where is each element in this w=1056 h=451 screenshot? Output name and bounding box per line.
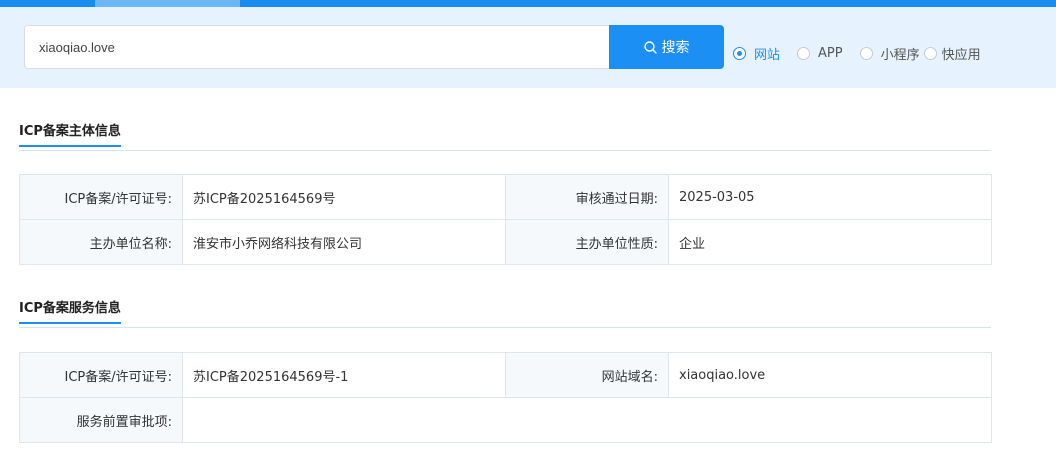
table-value: 淮安市小乔网络科技有限公司 bbox=[182, 219, 506, 265]
radio-quick-app[interactable]: 快应用 bbox=[923, 44, 981, 63]
table-value: 苏ICP备2025164569号-1 bbox=[182, 352, 506, 398]
table-value: xiaoqiao.love bbox=[668, 352, 992, 398]
radio-label: 网站 bbox=[754, 47, 781, 63]
table-label: 主办单位性质: bbox=[505, 219, 669, 265]
table-value bbox=[182, 397, 992, 443]
search-button[interactable]: 搜索 bbox=[609, 25, 724, 69]
search-input[interactable] bbox=[24, 25, 610, 69]
radio-dot-icon bbox=[797, 46, 811, 60]
radio-mini-program[interactable]: 小程序 bbox=[859, 44, 924, 63]
section-title-service: ICP备案服务信息 bbox=[19, 297, 121, 324]
table-value: 企业 bbox=[668, 219, 992, 265]
table-value: 2025-03-05 bbox=[668, 174, 992, 220]
radio-app[interactable]: APP bbox=[797, 46, 843, 61]
search-type-radio-group: 网站 APP 小程序 快应用 bbox=[733, 44, 981, 63]
table-label: ICP备案/许可证号: bbox=[19, 352, 183, 398]
table-value: 苏ICP备2025164569号 bbox=[182, 174, 506, 220]
top-bar-active-segment bbox=[95, 0, 240, 7]
table-row: ICP备案/许可证号: 苏ICP备2025164569号-1 网站域名: xia… bbox=[19, 352, 992, 398]
radio-dot-icon bbox=[859, 46, 873, 60]
search-button-label: 搜索 bbox=[661, 40, 690, 56]
table-label: ICP备案/许可证号: bbox=[19, 174, 183, 220]
radio-dot-icon bbox=[733, 46, 746, 60]
service-info-table: ICP备案/许可证号: 苏ICP备2025164569号-1 网站域名: xia… bbox=[19, 352, 992, 443]
radio-label: 小程序 bbox=[880, 47, 920, 63]
table-label: 网站域名: bbox=[505, 352, 669, 398]
radio-website[interactable]: 网站 bbox=[733, 44, 780, 63]
table-row: ICP备案/许可证号: 苏ICP备2025164569号 审核通过日期: 202… bbox=[19, 174, 992, 220]
search-icon bbox=[643, 40, 657, 54]
table-row: 主办单位名称: 淮安市小乔网络科技有限公司 主办单位性质: 企业 bbox=[19, 219, 992, 265]
section-divider bbox=[19, 150, 991, 151]
radio-label: APP bbox=[818, 45, 843, 61]
radio-label: 快应用 bbox=[941, 47, 981, 63]
radio-dot-icon bbox=[923, 46, 937, 60]
table-row: 服务前置审批项: bbox=[19, 397, 992, 443]
section-title-subject: ICP备案主体信息 bbox=[19, 120, 121, 147]
section-divider bbox=[19, 327, 991, 328]
table-label: 服务前置审批项: bbox=[19, 397, 183, 443]
table-label: 审核通过日期: bbox=[505, 174, 669, 220]
subject-info-table: ICP备案/许可证号: 苏ICP备2025164569号 审核通过日期: 202… bbox=[19, 174, 992, 265]
table-label: 主办单位名称: bbox=[19, 219, 183, 265]
search-area: 搜索 网站 APP 小程序 快应用 bbox=[0, 7, 1056, 88]
